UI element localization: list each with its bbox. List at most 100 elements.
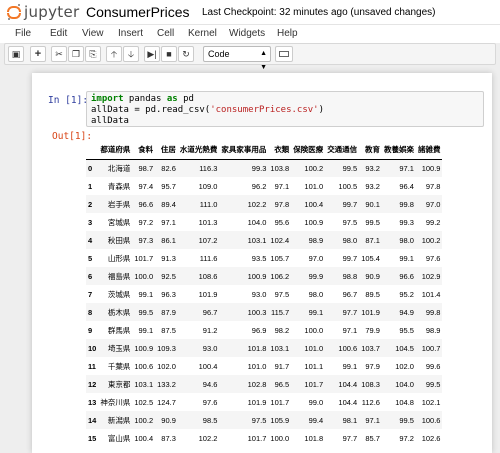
table-cell: 100.5 (338, 181, 358, 191)
table-cell: 山形県 (107, 253, 131, 263)
keyboard-icon[interactable] (275, 46, 293, 62)
table-cell: 99.5 (425, 379, 441, 389)
paste-icon[interactable]: ⎘ (85, 46, 101, 62)
cell-type-select[interactable]: Code ▲ ▼ (203, 46, 271, 71)
table-cell: 100.6 (338, 343, 358, 353)
column-header: 都道府県 (98, 141, 133, 160)
table-cell: 99.1 (399, 253, 414, 263)
dataframe-table: 都道府県 食料 住居 水道光熱費 家具家事用品 衣類 保険医療 交通通信 教育 教養娯楽 諸雑費 0… (86, 141, 443, 447)
table-cell: 94.6 (202, 379, 218, 389)
menu-kernel[interactable]: Kernel (188, 28, 217, 39)
table-cell: 97.9 (365, 361, 380, 371)
scissors-icon[interactable]: ✂ (51, 46, 67, 62)
table-cell: 99.4 (308, 415, 324, 425)
column-header: 教養娯楽 (381, 141, 416, 160)
table-cell: 98.2 (274, 325, 290, 335)
table-cell: 99.6 (425, 361, 441, 371)
table-cell: 115.7 (270, 307, 290, 317)
table-cell: 111.6 (199, 253, 218, 263)
dataframe-output: 都道府県 食料 住居 水道光熱費 家具家事用品 衣類 保険医療 交通通信 教育 教養娯楽 諸雑費 0… (86, 141, 492, 453)
row-index: 7 (88, 289, 93, 299)
table-cell: 109.0 (198, 181, 218, 191)
table-cell: 94.9 (399, 307, 414, 317)
arrow-up-icon[interactable]: 🡡 (106, 46, 122, 62)
table-cell: 102.0 (395, 361, 414, 371)
jupyter-logo[interactable]: jupyter (6, 3, 79, 21)
table-cell: 93.2 (365, 163, 380, 173)
table-cell: 104.5 (395, 343, 414, 353)
table-cell: 99.5 (138, 307, 154, 317)
table-cell: 97.1 (274, 181, 290, 191)
table-cell: 97.6 (425, 253, 441, 263)
table-cell: 103.8 (270, 163, 290, 173)
table-row: 8 栃木県 99.5 87.9 96.7 100.3 115.7 99.1 97.7 101.9 9… (86, 303, 443, 321)
column-header: 家具家事用品 (219, 141, 269, 160)
table-cell: 富山県 (107, 433, 131, 443)
table-cell: 99.0 (308, 397, 324, 407)
save-icon[interactable]: ▣ (8, 46, 24, 62)
table-cell: 97.5 (251, 415, 267, 425)
menu-cell[interactable]: Cell (157, 28, 174, 39)
table-cell: 102.1 (421, 397, 441, 407)
table-cell: 97.4 (138, 181, 154, 191)
jupyter-logo-icon (6, 4, 22, 20)
menu-edit[interactable]: Edit (50, 28, 67, 39)
menu-widgets[interactable]: Widgets (229, 28, 265, 39)
notebook-name[interactable]: ConsumerPrices (86, 4, 189, 20)
table-cell: 87.1 (365, 235, 380, 245)
table-cell: 97.1 (365, 415, 380, 425)
table-cell: 102.4 (270, 235, 290, 245)
step-run-icon[interactable]: ▶| (144, 46, 160, 62)
arrow-down-icon[interactable]: 🡣 (123, 46, 139, 62)
table-cell: 124.7 (157, 397, 176, 407)
table-cell: 100.7 (421, 343, 441, 353)
table-cell: 96.2 (251, 181, 267, 191)
table-cell: 99.1 (342, 361, 358, 371)
row-index: 4 (88, 235, 93, 245)
table-cell: 茨城県 (107, 289, 131, 299)
plus-icon[interactable]: + (30, 46, 46, 62)
table-cell: 87.5 (161, 325, 176, 335)
table-cell: 100.2 (421, 235, 441, 245)
table-cell: 群馬県 (107, 325, 131, 335)
row-index: 0 (88, 163, 93, 173)
column-header: 交通通信 (325, 141, 360, 160)
table-cell: 102.2 (198, 433, 218, 443)
table-cell: 89.5 (365, 289, 380, 299)
table-cell: 100.9 (247, 271, 267, 281)
row-index: 11 (88, 361, 96, 371)
table-cell: 86.1 (161, 235, 176, 245)
table-cell: 108.6 (198, 271, 218, 281)
table-cell: 97.0 (425, 199, 441, 209)
menu-insert[interactable]: Insert (118, 28, 143, 39)
menu-file[interactable]: File (15, 28, 31, 39)
code-editor[interactable]: import pandas as pd allData = pd.read_cs… (86, 91, 484, 127)
table-cell: 福島県 (107, 271, 131, 281)
menu-view[interactable]: View (82, 28, 104, 39)
code-cell[interactable]: In [1]: import pandas as pd allData = pd… (32, 83, 492, 127)
table-cell: 101.0 (304, 343, 324, 353)
table-cell: 95.2 (399, 289, 414, 299)
copy-icon[interactable]: ❐ (68, 46, 84, 62)
table-cell: 106.2 (270, 271, 290, 281)
table-cell: 91.3 (161, 253, 176, 263)
table-cell: 99.1 (138, 289, 154, 299)
table-cell: 99.5 (365, 217, 380, 227)
stop-icon[interactable]: ■ (161, 46, 177, 62)
table-cell: 101.7 (134, 253, 154, 263)
menubar: File Edit View Insert Cell Kernel Widget… (0, 24, 500, 43)
chevron-down-icon: ▲ ▼ (260, 50, 267, 71)
table-cell: 101.1 (304, 361, 324, 371)
menu-help[interactable]: Help (277, 28, 298, 39)
table-cell: 101.7 (270, 397, 290, 407)
table-cell: 98.0 (342, 235, 358, 245)
table-cell: 97.8 (274, 199, 290, 209)
table-cell: 99.5 (342, 163, 358, 173)
table-cell: 102.5 (134, 397, 154, 407)
table-cell: 102.8 (247, 379, 267, 389)
table-row: 6 福島県 100.0 92.5 108.6 100.9 106.2 99.9 98.8 90.9… (86, 267, 443, 285)
table-cell: 105.7 (270, 253, 290, 263)
column-header: 住居 (155, 141, 178, 160)
row-index: 5 (88, 253, 93, 263)
restart-icon[interactable]: ↻ (178, 46, 194, 62)
